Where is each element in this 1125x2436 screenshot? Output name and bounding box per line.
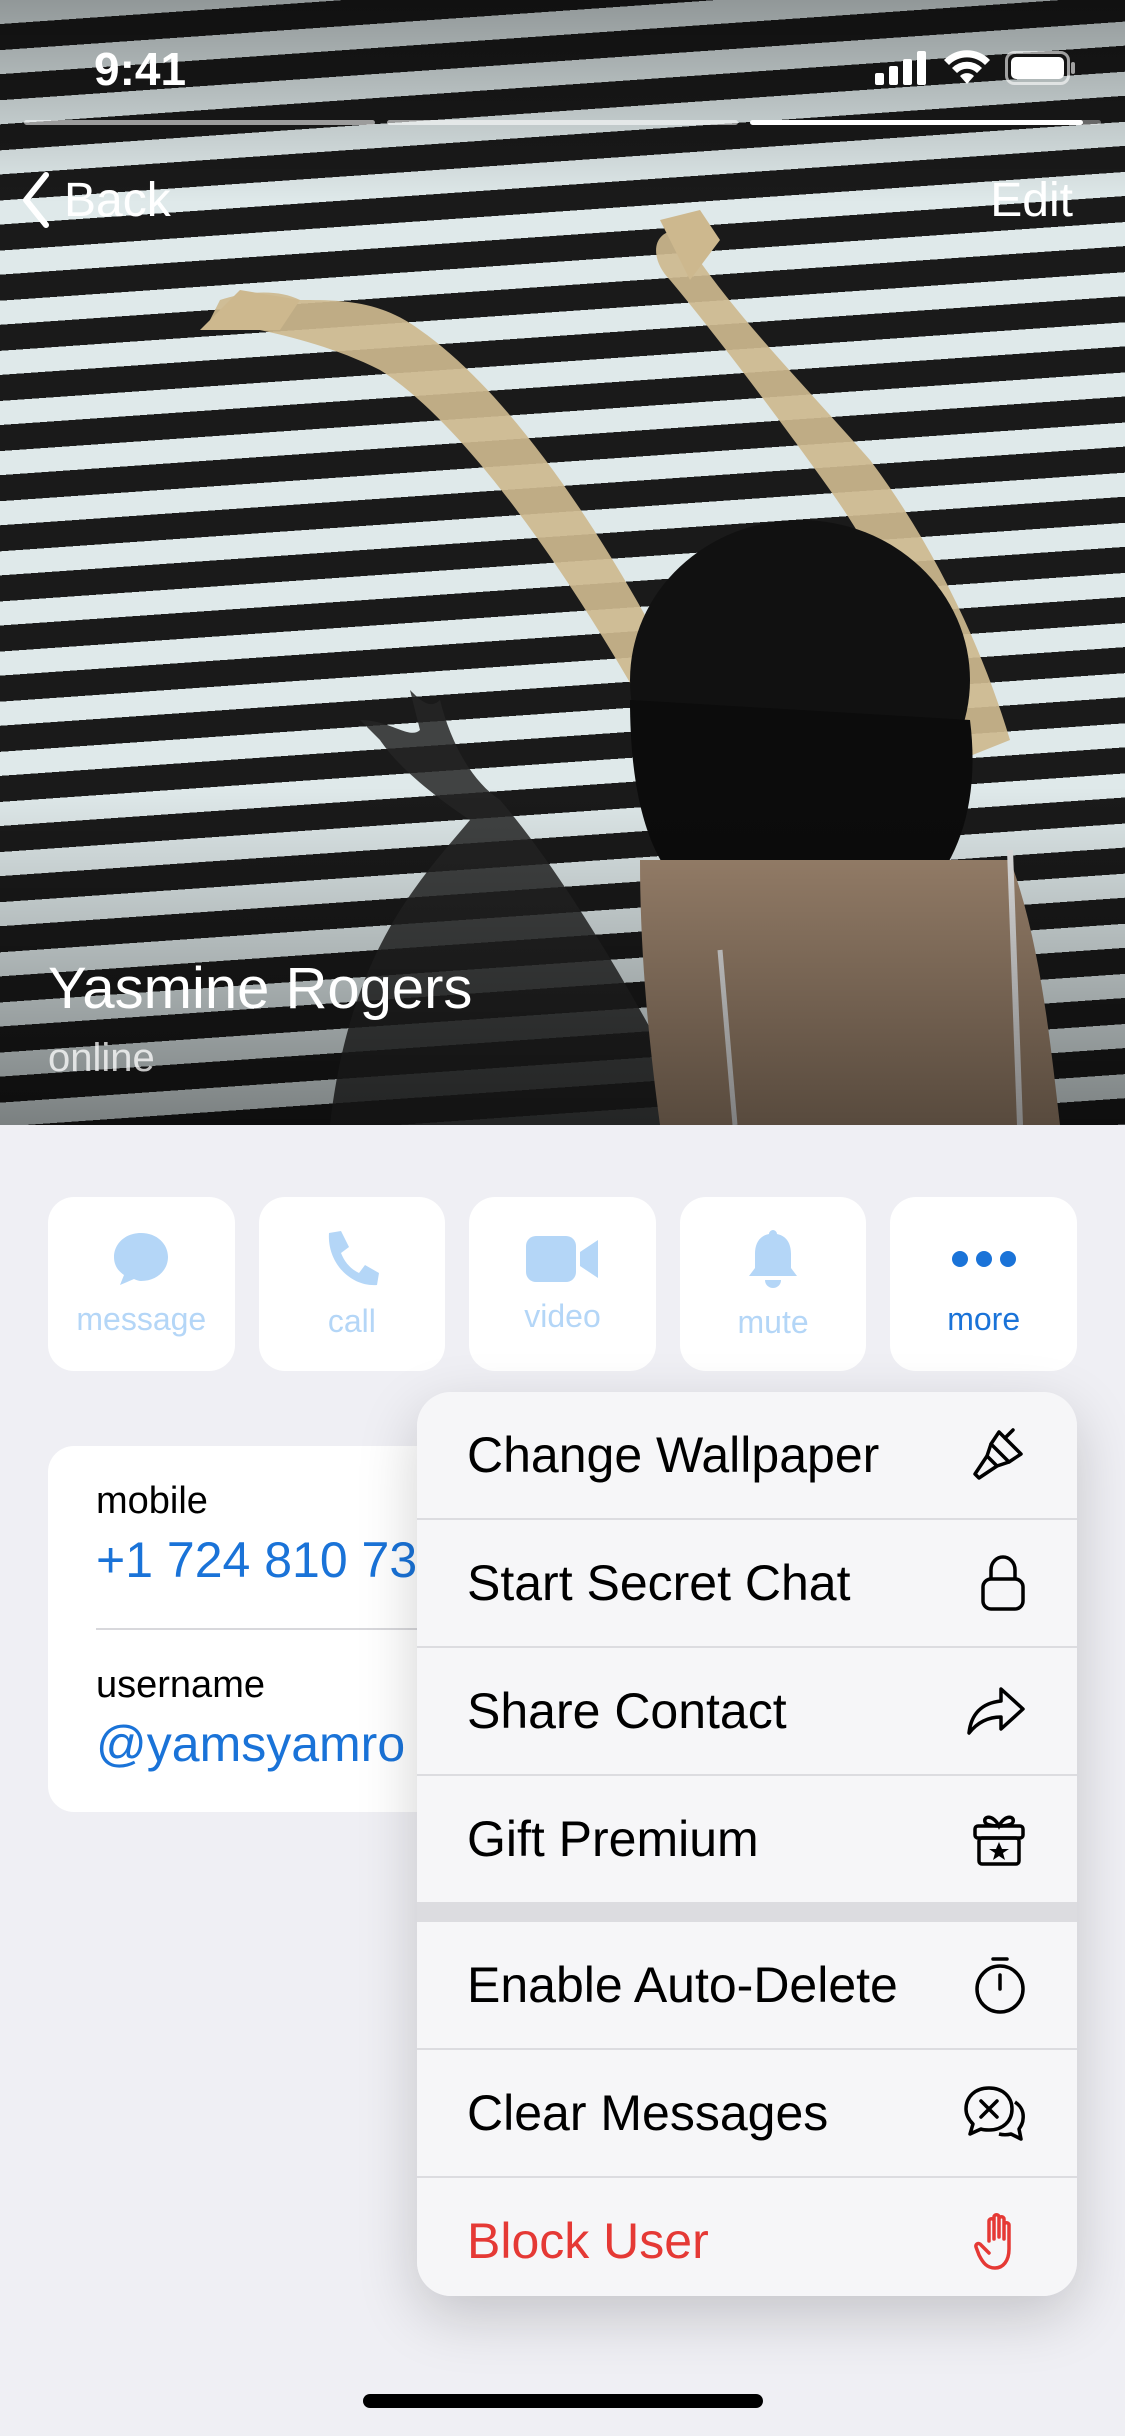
action-label: video xyxy=(524,1297,601,1334)
menu-item-enable-auto-delete[interactable]: Enable Auto-Delete xyxy=(417,1922,1077,2048)
action-label: mute xyxy=(737,1303,809,1340)
edit-button[interactable]: Edit xyxy=(990,160,1073,240)
gift-icon xyxy=(973,1815,1025,1866)
message-bubble-icon xyxy=(114,1232,169,1285)
hand-stop-icon xyxy=(974,2213,1011,2270)
video-button[interactable]: video xyxy=(469,1197,656,1371)
story-segment xyxy=(387,120,738,125)
profile-name: Yasmine Rogers xyxy=(48,956,473,1021)
ellipsis-icon xyxy=(951,1250,1016,1267)
menu-item-gift-premium[interactable]: Gift Premium xyxy=(417,1776,1077,1902)
back-label: Back xyxy=(64,173,171,227)
menu-item-label: Share Contact xyxy=(467,1683,787,1739)
home-indicator[interactable] xyxy=(363,2394,763,2408)
status-time: 9:41 xyxy=(94,43,187,95)
menu-item-label: Clear Messages xyxy=(467,2085,829,2141)
story-progress xyxy=(24,120,1101,126)
menu-item-label: Start Secret Chat xyxy=(467,1555,851,1611)
menu-item-change-wallpaper[interactable]: Change Wallpaper xyxy=(417,1392,1077,1518)
more-context-menu: Change Wallpaper Start Secret Chat Share… xyxy=(417,1392,1077,2296)
action-label: more xyxy=(947,1300,1021,1337)
bell-icon xyxy=(749,1229,798,1288)
menu-group-gap xyxy=(417,1902,1077,1922)
status-icons xyxy=(875,48,1077,88)
story-segment xyxy=(750,120,1101,125)
action-buttons: message call video mute more xyxy=(48,1197,1077,1371)
story-segment xyxy=(24,120,375,125)
timer-icon xyxy=(975,1957,1025,2014)
share-arrow-icon xyxy=(967,1687,1025,1735)
more-button[interactable]: more xyxy=(890,1197,1077,1371)
profile-photo[interactable]: 9:41 Back Edit Yasmine Rogers online xyxy=(0,0,1125,1125)
menu-item-start-secret-chat[interactable]: Start Secret Chat xyxy=(417,1520,1077,1646)
menu-item-label: Change Wallpaper xyxy=(467,1427,880,1483)
clear-chat-icon xyxy=(964,2086,1025,2141)
chevron-left-icon xyxy=(23,172,49,228)
menu-item-clear-messages[interactable]: Clear Messages xyxy=(417,2050,1077,2176)
battery-icon xyxy=(1005,51,1075,85)
lock-icon xyxy=(981,1555,1025,1611)
menu-item-block-user[interactable]: Block User xyxy=(417,2178,1077,2296)
back-button[interactable]: Back xyxy=(20,160,171,240)
menu-item-label: Gift Premium xyxy=(467,1811,759,1867)
menu-item-label: Block User xyxy=(467,2213,709,2269)
profile-status: online xyxy=(48,1036,155,1080)
action-label: message xyxy=(76,1300,207,1337)
menu-item-share-contact[interactable]: Share Contact xyxy=(417,1648,1077,1774)
menu-item-label: Enable Auto-Delete xyxy=(467,1957,898,2013)
message-button[interactable]: message xyxy=(48,1197,235,1371)
wifi-icon xyxy=(944,50,990,84)
video-camera-icon xyxy=(526,1235,599,1282)
cellular-signal-icon xyxy=(875,51,926,85)
nav-bar: Back Edit xyxy=(0,160,1125,240)
status-bar: 9:41 xyxy=(0,0,1125,132)
action-label: call xyxy=(327,1302,376,1339)
call-button[interactable]: call xyxy=(258,1197,446,1371)
phone-icon xyxy=(328,1230,379,1285)
mute-button[interactable]: mute xyxy=(679,1197,867,1371)
paintbrush-icon xyxy=(973,1428,1023,1480)
